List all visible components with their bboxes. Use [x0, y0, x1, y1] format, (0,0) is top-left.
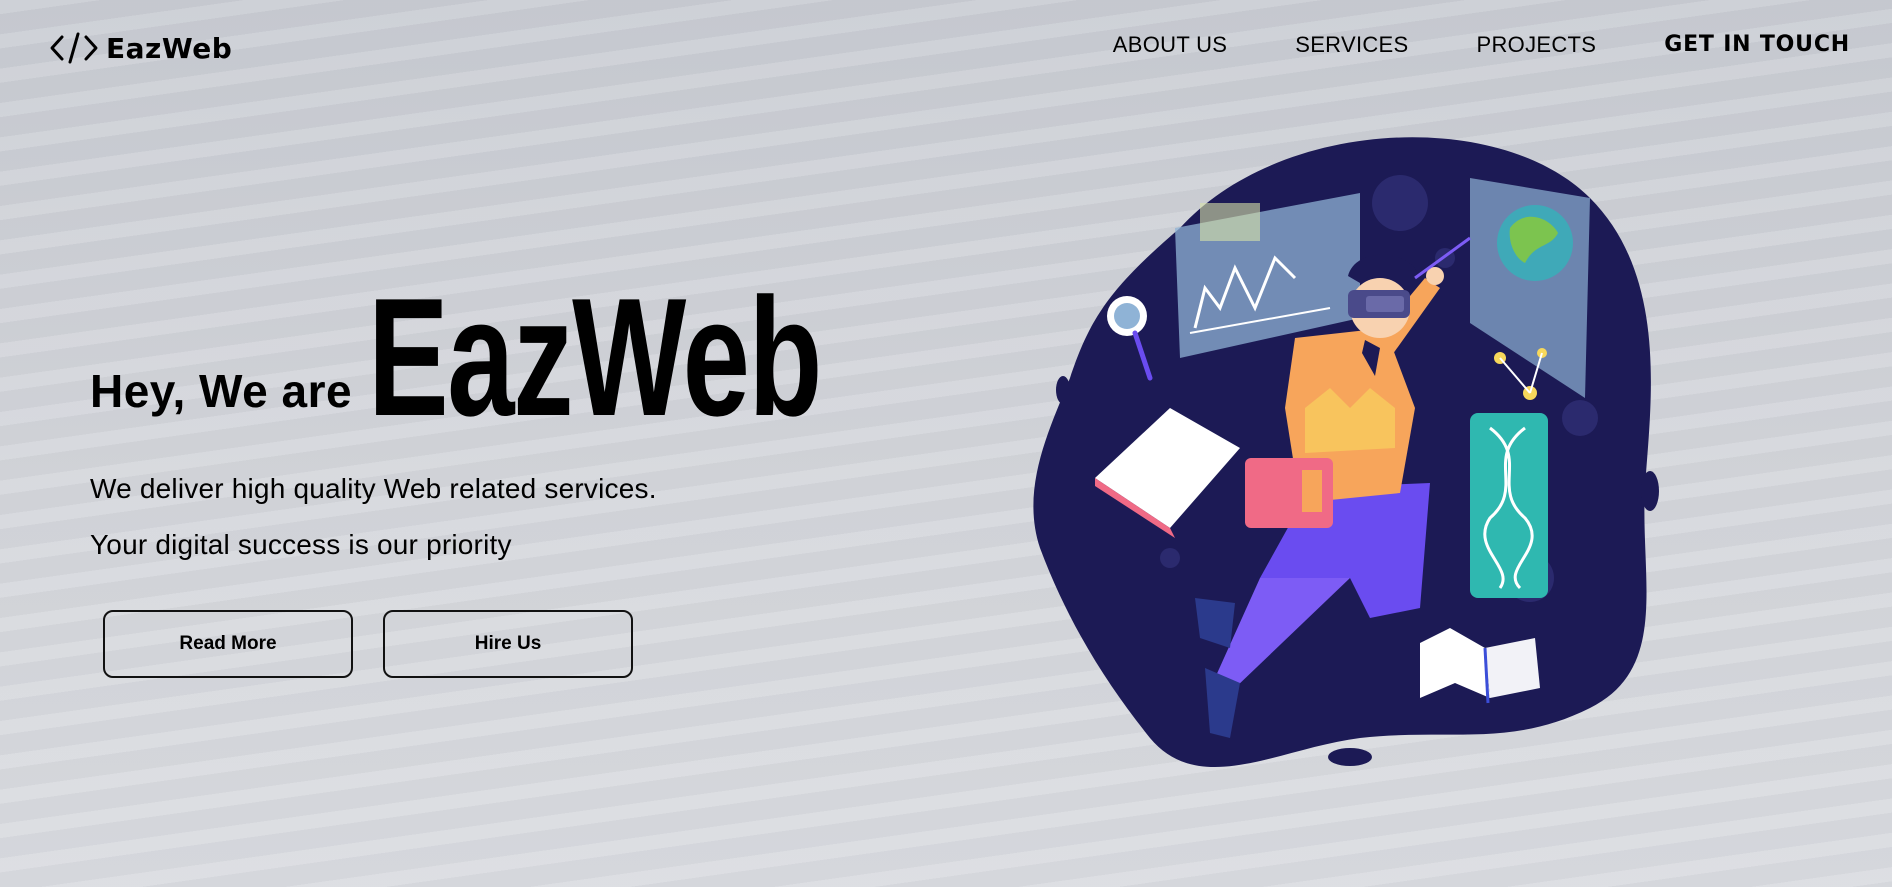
- hero-heading: Hey, We are EazWeb: [90, 263, 997, 451]
- hero-tagline-2: Your digital success is our priority: [90, 529, 512, 560]
- logo-link[interactable]: EazWeb: [48, 30, 232, 66]
- code-brackets-icon: [50, 32, 98, 64]
- nav-get-in-touch[interactable]: GET IN TOUCH: [1664, 32, 1850, 58]
- hire-us-button[interactable]: Hire Us: [383, 610, 633, 678]
- vr-student-illustration: [1033, 137, 1659, 768]
- nav-about-us[interactable]: ABOUT US: [1113, 32, 1227, 58]
- main-nav: ABOUT US SERVICES PROJECTS GET IN TOUCH: [1045, 32, 1850, 58]
- hero-brand-name: EazWeb: [368, 263, 822, 451]
- nav-projects[interactable]: PROJECTS: [1477, 32, 1597, 58]
- read-more-button[interactable]: Read More: [103, 610, 353, 678]
- hero-prefix: Hey, We are: [90, 365, 353, 418]
- nav-services[interactable]: SERVICES: [1295, 32, 1408, 58]
- hero-tagline-1: We deliver high quality Web related serv…: [90, 473, 657, 504]
- logo-text: EazWeb: [106, 31, 233, 65]
- navbar: EazWeb ABOUT US SERVICES PROJECTS GET IN…: [0, 0, 1892, 95]
